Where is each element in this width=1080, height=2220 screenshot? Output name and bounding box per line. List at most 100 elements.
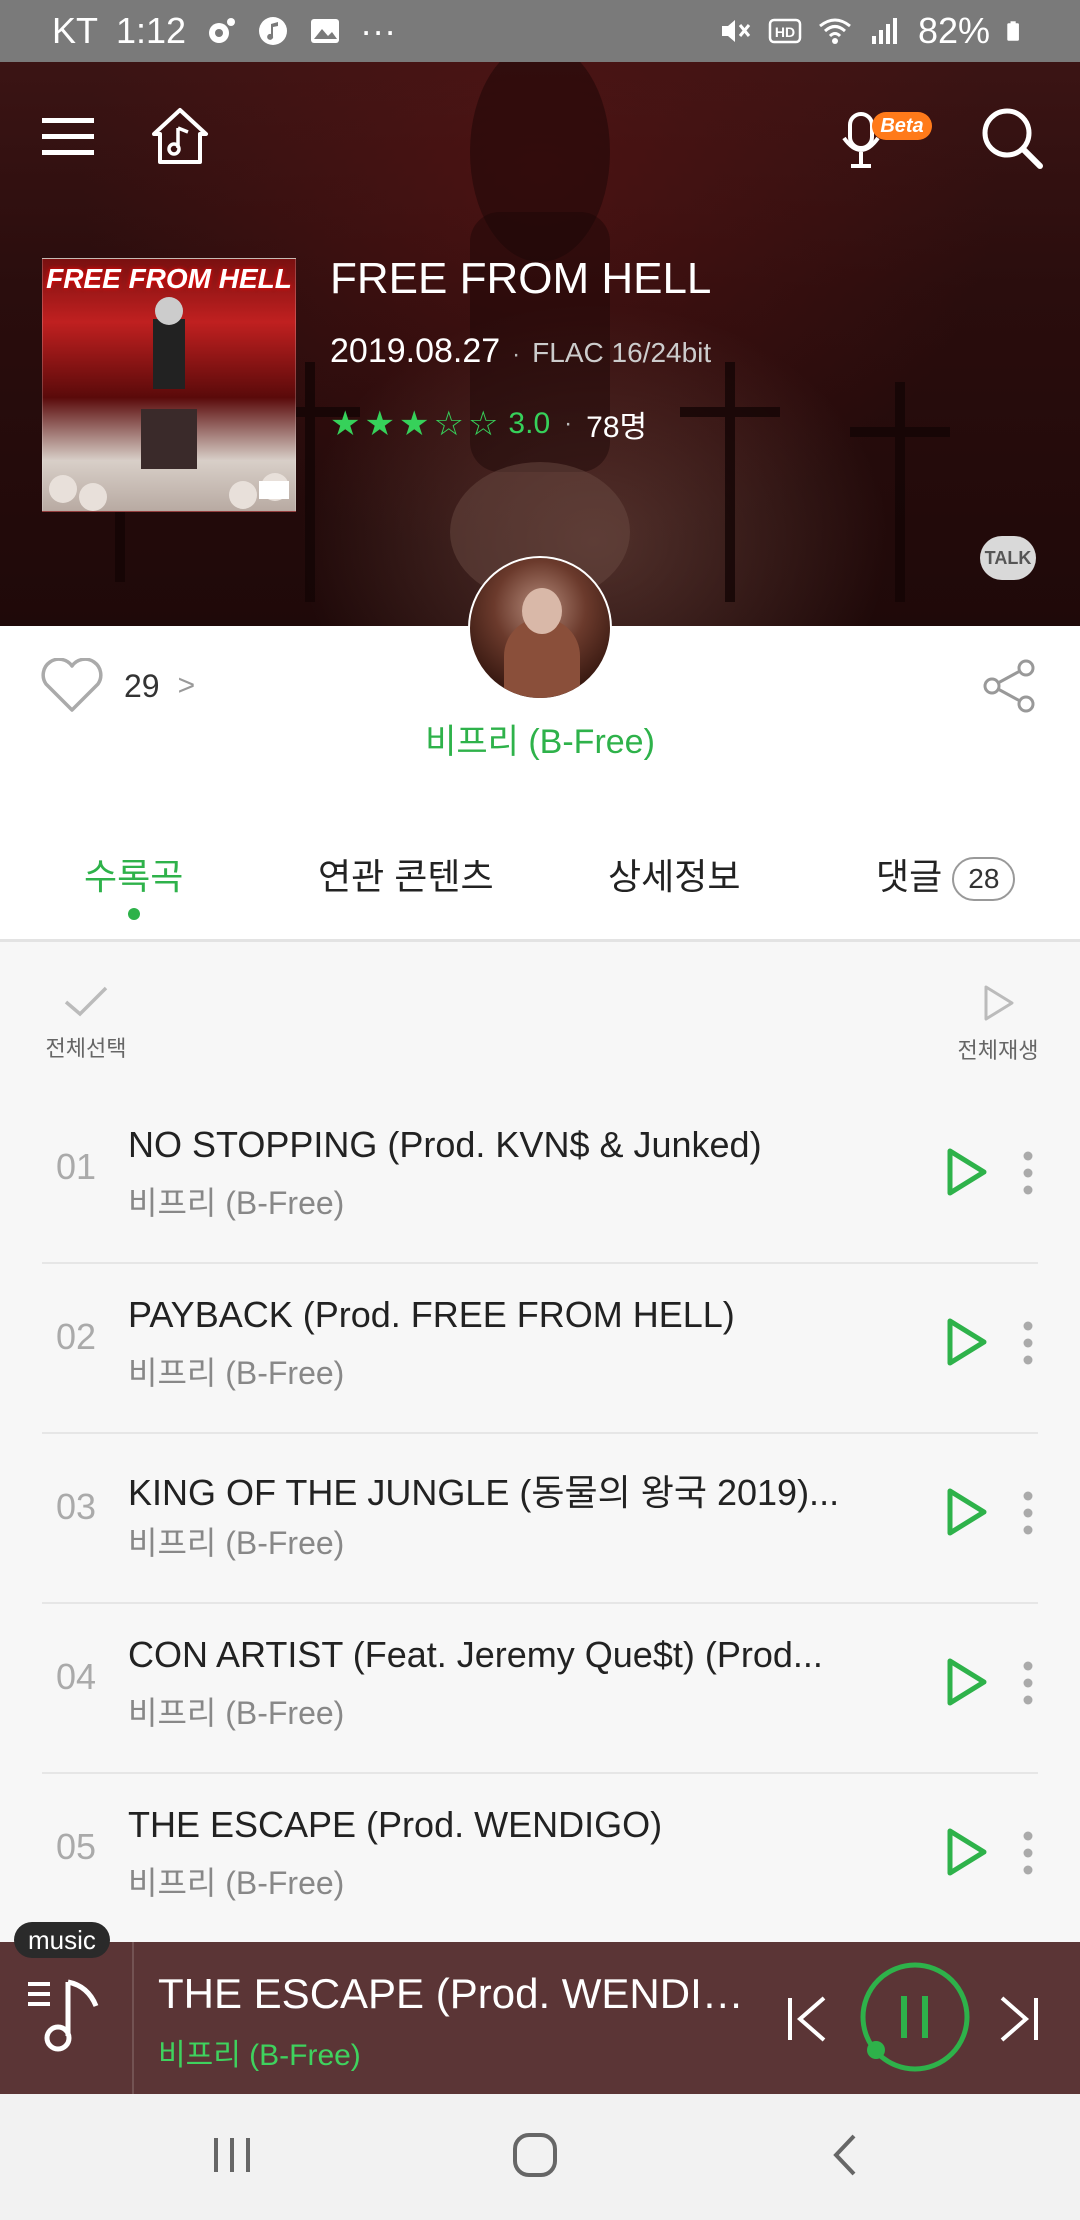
tab-comments-label: 댓글 xyxy=(876,856,943,897)
battery-percent: 82% xyxy=(917,10,990,51)
like-button[interactable]: 29 > xyxy=(38,658,195,714)
home-icon[interactable] xyxy=(510,2130,560,2180)
track-row[interactable]: 05 THE ESCAPE (Prod. WENDIGO) 비프리 (B-Fre… xyxy=(42,1774,1038,1944)
battery-icon xyxy=(1007,21,1019,41)
album-title: FREE FROM HELL xyxy=(330,254,712,303)
album-meta: 2019.08.27 · FLAC 16/24bit xyxy=(330,332,711,371)
music-home-icon[interactable] xyxy=(148,104,212,168)
play-icon[interactable] xyxy=(942,1316,990,1368)
tab-details[interactable]: 상세정보 xyxy=(608,848,740,900)
star-filled-icon: ★ xyxy=(330,405,361,443)
search-icon[interactable] xyxy=(980,106,1044,170)
like-chevron-icon: > xyxy=(177,669,196,702)
beta-badge: Beta xyxy=(880,115,923,137)
track-number: 01 xyxy=(56,1146,97,1187)
star-empty-icon: ☆ xyxy=(467,405,499,443)
tab-related-content[interactable]: 연관 콘텐츠 xyxy=(318,848,494,900)
track-number: 04 xyxy=(56,1656,97,1697)
sync-notification-icon xyxy=(209,18,236,43)
previous-track-icon[interactable] xyxy=(786,1994,832,2044)
track-row[interactable]: 02 PAYBACK (Prod. FREE FROM HELL) 비프리 (B… xyxy=(42,1264,1038,1434)
track-number: 05 xyxy=(56,1826,97,1867)
hd-voice-icon: HD xyxy=(768,18,802,44)
playlist-button[interactable] xyxy=(0,1942,134,2094)
tab-tracks[interactable]: 수록곡 xyxy=(84,848,183,900)
recent-apps-icon[interactable] xyxy=(208,2130,258,2180)
mini-player[interactable]: music THE ESCAPE (Prod. WENDIG... 비프리 (B… xyxy=(0,1922,1080,2094)
track-title: PAYBACK (Prod. FREE FROM HELL) xyxy=(128,1294,735,1335)
cover-art xyxy=(49,297,289,511)
like-count: 29 xyxy=(124,667,160,704)
gallery-notification-icon xyxy=(311,19,340,43)
track-row[interactable]: 03 KING OF THE JUNGLE (동물의 왕국 2019)... 비… xyxy=(42,1434,1038,1604)
play-outline-icon xyxy=(984,985,1014,1021)
playlist-music-icon xyxy=(28,1979,99,2052)
track-artist: 비프리 (B-Free) xyxy=(128,1185,345,1221)
track-artist: 비프리 (B-Free) xyxy=(128,1355,345,1391)
release-date: 2019.08.27 xyxy=(330,332,501,370)
more-options-icon[interactable] xyxy=(1020,1660,1036,1706)
active-tab-indicator xyxy=(128,908,140,920)
artist-name-link[interactable]: 비프리 (B-Free) xyxy=(0,714,1080,763)
svg-text:HD: HD xyxy=(775,24,795,40)
menu-icon[interactable] xyxy=(40,114,96,160)
track-row[interactable]: 04 CON ARTIST (Feat. Jeremy Que$t) (Prod… xyxy=(42,1604,1038,1774)
star-filled-icon: ★ xyxy=(398,405,430,443)
play-all-button[interactable]: 전체재생 xyxy=(948,984,1048,1065)
track-number: 03 xyxy=(56,1486,97,1527)
track-artist: 비프리 (B-Free) xyxy=(128,1525,345,1561)
rating-score: 3.0 xyxy=(508,407,551,440)
system-nav-bar xyxy=(0,2094,1080,2220)
status-bar: KT 1:12 ··· HD 82% xyxy=(0,0,1080,62)
play-icon[interactable] xyxy=(942,1486,990,1538)
star-filled-icon: ★ xyxy=(364,405,395,443)
back-icon[interactable] xyxy=(822,2130,872,2180)
select-all-label: 전체선택 xyxy=(45,1036,127,1061)
tab-comments[interactable]: 댓글 28 xyxy=(876,848,1016,902)
album-header: Beta FREE FROM HELL FREE FROM HELL 2019.… xyxy=(0,62,1080,626)
more-options-icon[interactable] xyxy=(1020,1320,1036,1366)
now-playing-artist: 비프리 (B-Free) xyxy=(158,2039,361,2072)
comment-count-badge: 28 xyxy=(952,857,1016,902)
meta-separator: · xyxy=(512,341,521,368)
play-icon[interactable] xyxy=(942,1656,990,1708)
content-tabs: 수록곡 연관 콘텐츠 상세정보 댓글 28 xyxy=(0,786,1080,942)
music-notification-icon xyxy=(259,17,288,45)
album-rating[interactable]: ★ ★ ★ ☆ ☆ 3.0 · 78명 xyxy=(330,402,647,446)
track-number: 02 xyxy=(56,1316,97,1357)
carrier: KT xyxy=(52,10,99,51)
mute-icon xyxy=(721,20,751,42)
now-playing-title: THE ESCAPE (Prod. WENDIG... xyxy=(158,1970,748,2017)
play-icon[interactable] xyxy=(942,1146,990,1198)
track-artist: 비프리 (B-Free) xyxy=(128,1695,345,1731)
audio-quality: FLAC 16/24bit xyxy=(532,337,712,368)
music-tab-label[interactable]: music xyxy=(14,1922,110,1958)
voice-search-icon[interactable]: Beta xyxy=(838,106,938,172)
checkmark-icon xyxy=(64,986,108,1017)
share-icon[interactable] xyxy=(980,658,1038,714)
artist-avatar[interactable] xyxy=(468,556,612,700)
play-all-label: 전체재생 xyxy=(957,1038,1039,1063)
rating-participants: 78명 xyxy=(586,411,648,444)
track-title: CON ARTIST (Feat. Jeremy Que$t) (Prod... xyxy=(128,1634,823,1675)
signal-icon xyxy=(871,18,897,44)
more-options-icon[interactable] xyxy=(1020,1490,1036,1536)
pause-button[interactable] xyxy=(858,1960,972,2074)
play-icon[interactable] xyxy=(942,1826,990,1878)
track-row[interactable]: 01 NO STOPPING (Prod. KVN$ & Junked) 비프리… xyxy=(42,1094,1038,1264)
track-title: KING OF THE JUNGLE (동물의 왕국 2019)... xyxy=(128,1472,840,1513)
more-notifications-indicator: ··· xyxy=(360,10,397,51)
more-options-icon[interactable] xyxy=(1020,1830,1036,1876)
album-cover[interactable]: FREE FROM HELL xyxy=(42,258,296,512)
star-empty-icon: ☆ xyxy=(433,405,464,443)
wifi-icon xyxy=(819,18,851,44)
track-artist: 비프리 (B-Free) xyxy=(128,1865,345,1901)
clock: 1:12 xyxy=(116,10,187,51)
track-title: NO STOPPING (Prod. KVN$ & Junked) xyxy=(128,1124,762,1165)
rating-separator: · xyxy=(564,410,573,437)
select-all-button[interactable]: 전체선택 xyxy=(36,984,136,1063)
artist-avatar-face xyxy=(522,588,562,634)
next-track-icon[interactable] xyxy=(994,1994,1040,2044)
more-options-icon[interactable] xyxy=(1020,1150,1036,1196)
talk-button[interactable]: TALK xyxy=(980,536,1036,580)
